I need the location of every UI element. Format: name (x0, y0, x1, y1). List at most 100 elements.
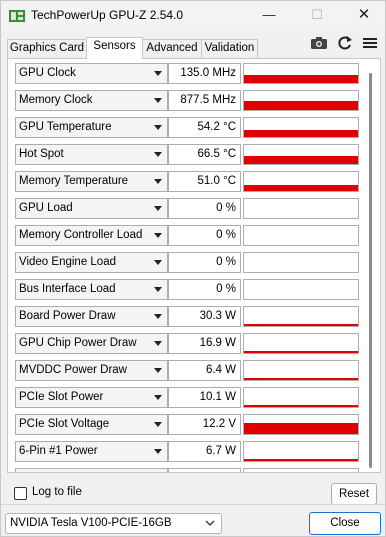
sensor-name-dropdown[interactable]: GPU Clock (15, 63, 168, 84)
dropdown-arrow-icon (154, 98, 162, 103)
sensor-graph (243, 360, 359, 381)
sensor-row: Video Engine Load 0 % (8, 248, 364, 275)
refresh-icon[interactable] (336, 35, 354, 51)
sensor-value: 6.7 W (168, 441, 241, 462)
sensor-name-dropdown[interactable]: Hot Spot (15, 144, 168, 165)
sensor-value: 135.0 MHz (168, 63, 241, 84)
sensor-graph (243, 117, 359, 138)
sensor-row: PCIe Slot Voltage 12.2 V (8, 410, 364, 437)
sensor-row: Memory Clock 877.5 MHz (8, 86, 364, 113)
camera-icon[interactable] (310, 35, 328, 51)
sensor-graph-fill (244, 130, 358, 137)
tab-validation[interactable]: Validation (201, 39, 258, 58)
sensor-name-dropdown[interactable]: 6-Pin #1 Power (15, 441, 168, 462)
maximize-button[interactable]: ☐ (307, 6, 327, 24)
sensor-name-dropdown[interactable]: GPU Chip Power Draw (15, 333, 168, 354)
sensor-name: Bus Interface Load (19, 283, 116, 295)
sensor-graph (243, 279, 359, 300)
sensor-name: Memory Clock (19, 94, 93, 106)
sensor-row: GPU Load 0 % (8, 194, 364, 221)
sensor-value: 0 % (168, 252, 241, 273)
sensor-name: GPU Temperature (19, 121, 112, 133)
sensor-value: 66.5 °C (168, 144, 241, 165)
close-window-button[interactable]: ✕ (354, 6, 374, 24)
tab-graphics-card[interactable]: Graphics Card (7, 39, 87, 58)
sensor-name: Hot Spot (19, 148, 64, 160)
sensor-name-dropdown[interactable]: MVDDC Power Draw (15, 360, 168, 381)
tab-advanced[interactable]: Advanced (142, 39, 202, 58)
dropdown-arrow-icon (154, 179, 162, 184)
sensor-value: 0 % (168, 225, 241, 246)
sensor-graph (243, 63, 359, 84)
sensor-name: Memory Controller Load (19, 229, 143, 241)
sensor-graph (243, 198, 359, 219)
sensor-name: Board Power Draw (19, 310, 116, 322)
sensor-name-dropdown[interactable]: Board Power Draw (15, 306, 168, 327)
sensor-graph-fill (244, 75, 358, 83)
dropdown-arrow-icon (154, 368, 162, 373)
scrollbar[interactable] (364, 59, 380, 472)
dropdown-arrow-icon (154, 206, 162, 211)
tab-sensors[interactable]: Sensors (86, 37, 143, 59)
sensor-graph-fill (244, 459, 358, 461)
sensor-value: 30.3 W (168, 306, 241, 327)
window-title: TechPowerUp GPU-Z 2.54.0 (31, 8, 184, 22)
sensor-name: MVDDC Power Draw (19, 364, 127, 376)
sensor-value: 54.2 °C (168, 117, 241, 138)
dropdown-arrow-icon (154, 449, 162, 454)
sensor-name-dropdown[interactable]: 6-Pin #1 Voltage (15, 468, 168, 473)
title-bar: TechPowerUp GPU-Z 2.54.0 — ☐ ✕ (1, 1, 385, 31)
reset-button[interactable]: Reset (331, 483, 377, 505)
sensor-value: 12.2 V (168, 414, 241, 435)
sensor-graph-fill (244, 351, 358, 353)
sensor-name: PCIe Slot Power (19, 391, 104, 403)
sensor-graph-fill (244, 378, 358, 380)
sensor-value: 51.0 °C (168, 171, 241, 192)
sensor-name-dropdown[interactable]: GPU Temperature (15, 117, 168, 138)
sensor-name: GPU Chip Power Draw (19, 337, 137, 349)
dropdown-arrow-icon (154, 422, 162, 427)
sensor-row: MVDDC Power Draw 6.4 W (8, 356, 364, 383)
sensor-value: 12.2 V (168, 468, 241, 472)
sensor-name-dropdown[interactable]: PCIe Slot Voltage (15, 414, 168, 435)
sensor-name: 6-Pin #1 Voltage (19, 472, 103, 473)
sensor-value: 0 % (168, 279, 241, 300)
sensor-name: Memory Temperature (19, 175, 129, 187)
sensor-name-dropdown[interactable]: Video Engine Load (15, 252, 168, 273)
sensor-name-dropdown[interactable]: Memory Controller Load (15, 225, 168, 246)
dropdown-arrow-icon (154, 125, 162, 130)
sensor-name-dropdown[interactable]: Memory Clock (15, 90, 168, 111)
gpu-select[interactable]: NVIDIA Tesla V100-PCIE-16GB (5, 513, 222, 534)
sensor-row: Memory Controller Load 0 % (8, 221, 364, 248)
sensor-row: PCIe Slot Power 10.1 W (8, 383, 364, 410)
dropdown-arrow-icon (154, 287, 162, 292)
sensor-name-dropdown[interactable]: GPU Load (15, 198, 168, 219)
dropdown-arrow-icon (154, 314, 162, 319)
sensor-row: Hot Spot 66.5 °C (8, 140, 364, 167)
minimize-button[interactable]: — (259, 6, 279, 24)
dropdown-arrow-icon (154, 71, 162, 76)
sensor-value: 16.9 W (168, 333, 241, 354)
log-to-file-checkbox[interactable] (14, 487, 27, 500)
menu-icon[interactable] (361, 35, 379, 51)
log-to-file-label[interactable]: Log to file (32, 486, 82, 498)
scrollbar-thumb[interactable] (369, 73, 372, 468)
close-button[interactable]: Close (309, 512, 381, 535)
sensor-name: PCIe Slot Voltage (19, 418, 110, 430)
sensor-value: 6.4 W (168, 360, 241, 381)
sensor-name-dropdown[interactable]: Bus Interface Load (15, 279, 168, 300)
sensor-graph (243, 90, 359, 111)
sensor-name-dropdown[interactable]: PCIe Slot Power (15, 387, 168, 408)
sensor-name-dropdown[interactable]: Memory Temperature (15, 171, 168, 192)
sensor-graph (243, 225, 359, 246)
sensor-graph-fill (244, 423, 358, 434)
dropdown-arrow-icon (154, 152, 162, 157)
sensor-graph (243, 252, 359, 273)
sensor-name: GPU Load (19, 202, 73, 214)
sensor-row: GPU Clock 135.0 MHz (8, 59, 364, 86)
sensor-row: Memory Temperature 51.0 °C (8, 167, 364, 194)
sensor-graph-fill (244, 156, 358, 164)
sensor-row: GPU Chip Power Draw 16.9 W (8, 329, 364, 356)
sensor-name: Video Engine Load (19, 256, 116, 268)
dropdown-arrow-icon (154, 260, 162, 265)
